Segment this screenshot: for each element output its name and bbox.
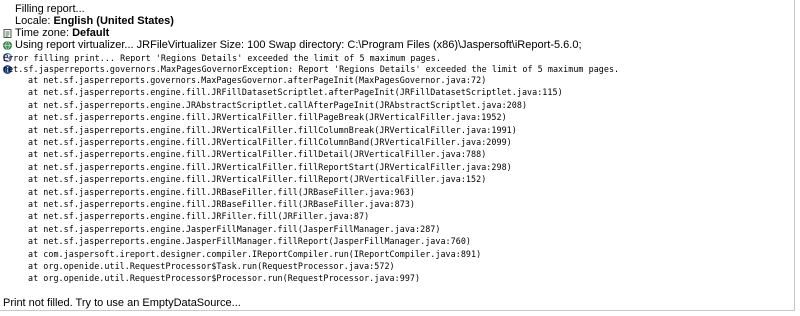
clock-icon (3, 29, 12, 62)
timezone-value: Default (72, 27, 110, 39)
stack-trace-line: at org.openide.util.RequestProcessor$Tas… (28, 261, 395, 271)
filling-text: Filling report... (15, 3, 85, 15)
log-line-virtualizer: Using report virtualizer... JRFileVirtua… (3, 39, 582, 74)
stack-trace-line: at com.jaspersoft.ireport.designer.compi… (28, 248, 482, 259)
locale-value: English (United States) (53, 15, 174, 27)
stack-trace-line: at net.sf.jasperreports.engine.fill.JRBa… (28, 186, 416, 197)
stack-trace-line: at net.sf.jasperreports.engine.fill.JRVe… (28, 137, 512, 147)
stack-trace-line: at net.sf.jasperreports.engine.fill.JRVe… (28, 161, 512, 172)
virtualizer-text: Using report virtualizer... JRFileVirtua… (15, 39, 582, 51)
info-icon (3, 41, 12, 74)
stack-trace-line: at net.sf.jasperreports.engine.fill.JRVe… (28, 124, 517, 135)
stack-trace-line: at net.sf.jasperreports.engine.fill.JRBa… (28, 199, 416, 209)
stack-trace-line: at net.sf.jasperreports.engine.fill.JRVe… (28, 112, 507, 123)
stack-trace-line: at net.sf.jasperreports.engine.JasperFil… (28, 223, 441, 234)
report-output-console: Filling report... Locale: English (Unite… (0, 0, 795, 311)
log-line-filling: Filling report... (3, 3, 85, 38)
stack-trace-line: at net.sf.jasperreports.governors.MaxPag… (28, 75, 487, 85)
stack-trace-line: at net.sf.jasperreports.engine.fill.JRVe… (28, 174, 487, 185)
timezone-label: Time zone: (15, 27, 73, 39)
stack-trace-line: at net.sf.jasperreports.engine.fill.JRVe… (28, 149, 487, 160)
globe-icon (3, 17, 12, 50)
report-page-icon (3, 5, 12, 38)
stack-trace-line: at org.openide.util.RequestProcessor$Pro… (28, 273, 421, 284)
footer-message: Print not filled. Try to use an EmptyDat… (3, 297, 241, 309)
stack-trace-line: at net.sf.jasperreports.engine.fill.JRFi… (28, 211, 370, 222)
stack-trace-line: at net.sf.jasperreports.engine.JasperFil… (28, 236, 472, 247)
log-line-locale: Locale: English (United States) (3, 15, 174, 50)
locale-label: Locale: (15, 15, 54, 27)
log-line-timezone: Time zone: Default (3, 27, 110, 62)
stack-trace-line: at net.sf.jasperreports.engine.fill.JRFi… (28, 87, 563, 98)
stack-trace-line: at net.sf.jasperreports.engine.JRAbstrac… (28, 99, 528, 110)
